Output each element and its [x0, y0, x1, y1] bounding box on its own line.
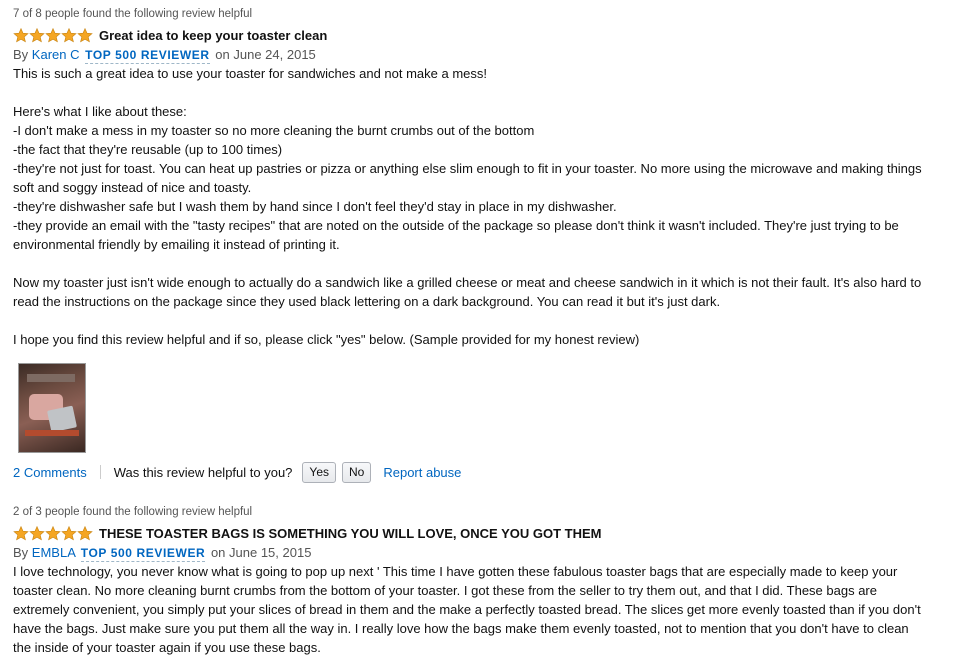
- review-line: I love technology, you never know what i…: [13, 564, 898, 579]
- review-byline: By EMBLA TOP 500 REVIEWER on June 15, 20…: [13, 544, 948, 562]
- review-line: This is such a great idea to use your to…: [13, 66, 488, 81]
- star-icon: [45, 525, 61, 541]
- review-image-thumbnail[interactable]: [18, 363, 86, 453]
- star-icon: [13, 525, 29, 541]
- star-icon: [29, 525, 45, 541]
- star-icon: [13, 27, 29, 43]
- review-paragraph: Now my toaster just isn't wide enough to…: [13, 273, 948, 311]
- review-line: I hope you find this review helpful and …: [13, 332, 640, 347]
- helpful-count: 2 of 3 people found the following review…: [13, 506, 253, 518]
- review-date: on June 24, 2015: [215, 47, 316, 62]
- toaster-bag-shape: [46, 405, 78, 433]
- review-body: This is such a great idea to use your to…: [13, 64, 948, 349]
- reviewer-badge[interactable]: TOP 500 REVIEWER: [85, 48, 210, 64]
- review-paragraph: This is such a great idea to use your to…: [13, 64, 948, 83]
- review-byline: By Karen C TOP 500 REVIEWER on June 24, …: [13, 46, 948, 64]
- review: 2 of 3 people found the following review…: [13, 505, 948, 657]
- package-label-shape: [27, 374, 75, 382]
- review-line: Now my toaster just isn't wide enough to…: [13, 275, 922, 290]
- yes-button[interactable]: Yes: [302, 461, 336, 483]
- reviewer-badge[interactable]: TOP 500 REVIEWER: [80, 546, 206, 562]
- review-paragraph: I love technology, you never know what i…: [13, 562, 948, 657]
- review-paragraph: Here's what I like about these: -I don't…: [13, 102, 948, 254]
- review-title[interactable]: Great idea to keep your toaster clean: [99, 28, 327, 43]
- by-prefix: By: [13, 47, 29, 62]
- review-line: Here's what I like about these:: [13, 104, 187, 119]
- star-icon: [61, 27, 77, 43]
- review-header: Great idea to keep your toaster clean: [13, 25, 948, 45]
- star-rating[interactable]: [13, 27, 93, 43]
- review-line: -they provide an email with the "tasty r…: [13, 218, 899, 233]
- review-line: -the fact that they're reusable (up to 1…: [13, 142, 283, 157]
- comments-link[interactable]: 2 Comments: [13, 465, 87, 480]
- review-line: toaster clean. No more cleaning burnt cr…: [13, 583, 877, 598]
- star-icon: [45, 27, 61, 43]
- by-prefix: By: [13, 545, 29, 560]
- author-link[interactable]: Karen C: [32, 47, 80, 62]
- package-base-shape: [25, 430, 79, 436]
- divider: [99, 465, 101, 479]
- star-icon: [29, 27, 45, 43]
- review-date: on June 15, 2015: [210, 545, 312, 560]
- author-link[interactable]: EMBLA: [32, 545, 75, 560]
- report-abuse-link[interactable]: Report abuse: [383, 465, 461, 480]
- review-line: the inside of your toaster again if you …: [13, 640, 321, 655]
- helpful-question: Was this review helpful to you?: [113, 464, 293, 480]
- review-line: read the instructions on the package sin…: [13, 294, 721, 309]
- review-title[interactable]: THESE TOASTER BAGS IS SOMETHING YOU WILL…: [99, 526, 601, 541]
- star-icon: [61, 525, 77, 541]
- star-icon: [77, 525, 93, 541]
- review-line: extremely convenient, you simply put you…: [13, 602, 921, 617]
- review-paragraph: I hope you find this review helpful and …: [13, 330, 948, 349]
- review-line: have the bags. Just make sure you put th…: [13, 621, 909, 636]
- review-actions: 2 Comments Was this review helpful to yo…: [13, 459, 948, 485]
- review: 7 of 8 people found the following review…: [13, 7, 948, 485]
- star-rating[interactable]: [13, 525, 93, 541]
- review-line: -they're not just for toast. You can hea…: [13, 161, 922, 176]
- review-line: soft and soggy instead of nice and toast…: [13, 180, 252, 195]
- review-body: I love technology, you never know what i…: [13, 562, 948, 657]
- star-icon: [77, 27, 93, 43]
- review-header: THESE TOASTER BAGS IS SOMETHING YOU WILL…: [13, 523, 948, 543]
- review-line: environmental friendly by emailing it in…: [13, 237, 340, 252]
- review-line: -I don't make a mess in my toaster so no…: [13, 123, 535, 138]
- review-line: -they're dishwasher safe but I wash them…: [13, 199, 617, 214]
- helpful-count: 7 of 8 people found the following review…: [13, 8, 253, 20]
- no-button[interactable]: No: [342, 461, 372, 483]
